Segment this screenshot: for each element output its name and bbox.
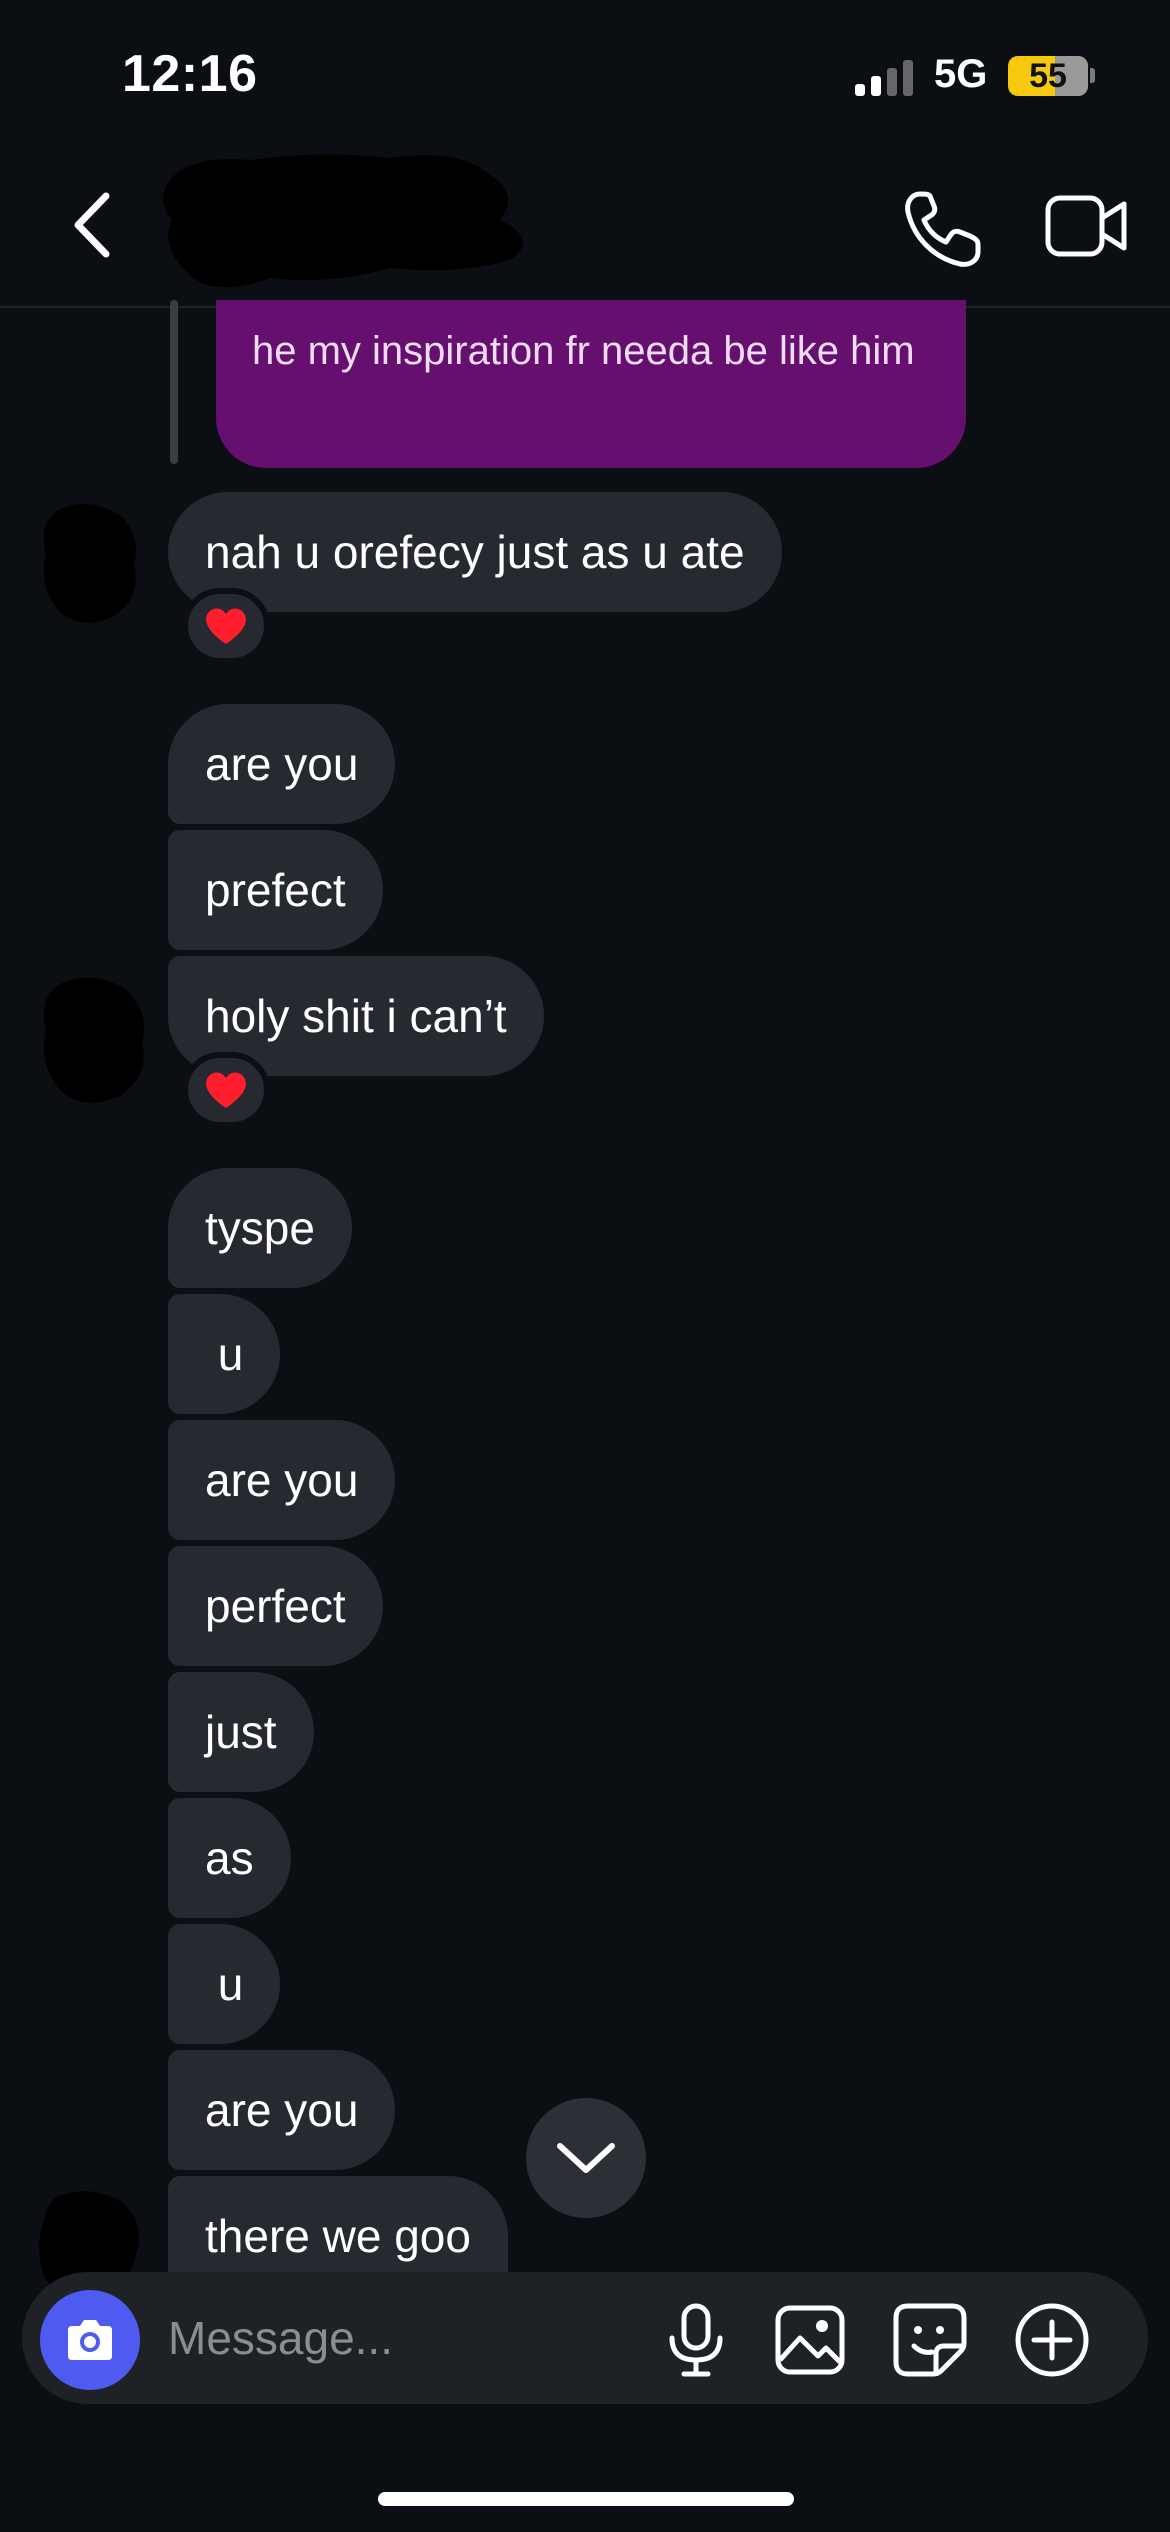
incoming-message[interactable]: prefect <box>168 830 383 950</box>
incoming-message[interactable]: just <box>168 1672 314 1792</box>
message-input[interactable]: Message... <box>168 2306 393 2370</box>
incoming-message[interactable]: are you <box>168 1420 396 1540</box>
microphone-button[interactable] <box>664 2302 728 2378</box>
back-button[interactable] <box>60 188 130 262</box>
incoming-message[interactable]: there we goo <box>168 2176 508 2272</box>
sticker-button[interactable] <box>892 2302 968 2378</box>
heart-icon <box>206 1072 246 1108</box>
battery-icon: 55 <box>1008 56 1088 96</box>
incoming-message[interactable]: as <box>168 1798 291 1918</box>
camera-button[interactable] <box>40 2290 140 2390</box>
heart-reaction[interactable] <box>182 588 270 664</box>
microphone-icon <box>669 2303 723 2377</box>
outgoing-message[interactable]: he my inspiration fr needa be like him <box>216 300 966 468</box>
battery-level: 55 <box>1029 57 1067 95</box>
incoming-message[interactable]: u <box>168 1924 281 2044</box>
call-button[interactable] <box>898 188 984 268</box>
heart-reaction[interactable] <box>182 1052 270 1128</box>
network-label: 5G <box>934 52 988 96</box>
incoming-message[interactable]: are you <box>168 2050 396 2170</box>
chevron-left-icon <box>74 192 110 258</box>
image-icon <box>775 2305 845 2375</box>
phone-icon <box>905 191 981 267</box>
video-call-button[interactable] <box>1044 192 1130 260</box>
incoming-message[interactable]: nah u orefecy just as u ate <box>168 492 782 612</box>
contact-name-redacted[interactable] <box>160 150 540 300</box>
scroll-to-bottom-button[interactable] <box>526 2098 646 2218</box>
heart-icon <box>206 608 246 644</box>
incoming-message[interactable]: u <box>168 1294 281 1414</box>
incoming-message[interactable]: perfect <box>168 1546 383 1666</box>
sticker-icon <box>893 2303 967 2377</box>
incoming-message[interactable]: are you <box>168 704 396 824</box>
plus-circle-icon <box>1015 2303 1089 2377</box>
video-camera-icon <box>1045 195 1127 257</box>
reply-indicator <box>170 300 178 464</box>
status-time: 12:16 <box>122 45 258 103</box>
camera-icon <box>68 2320 112 2360</box>
avatar[interactable] <box>38 972 150 1108</box>
chevron-down-icon <box>557 2143 615 2173</box>
signal-icon <box>855 60 915 96</box>
home-indicator <box>378 2492 794 2506</box>
avatar[interactable] <box>38 500 142 626</box>
incoming-message[interactable]: tyspe <box>168 1168 352 1288</box>
gallery-button[interactable] <box>774 2304 846 2376</box>
add-button[interactable] <box>1012 2300 1092 2380</box>
battery-cap <box>1090 68 1095 83</box>
